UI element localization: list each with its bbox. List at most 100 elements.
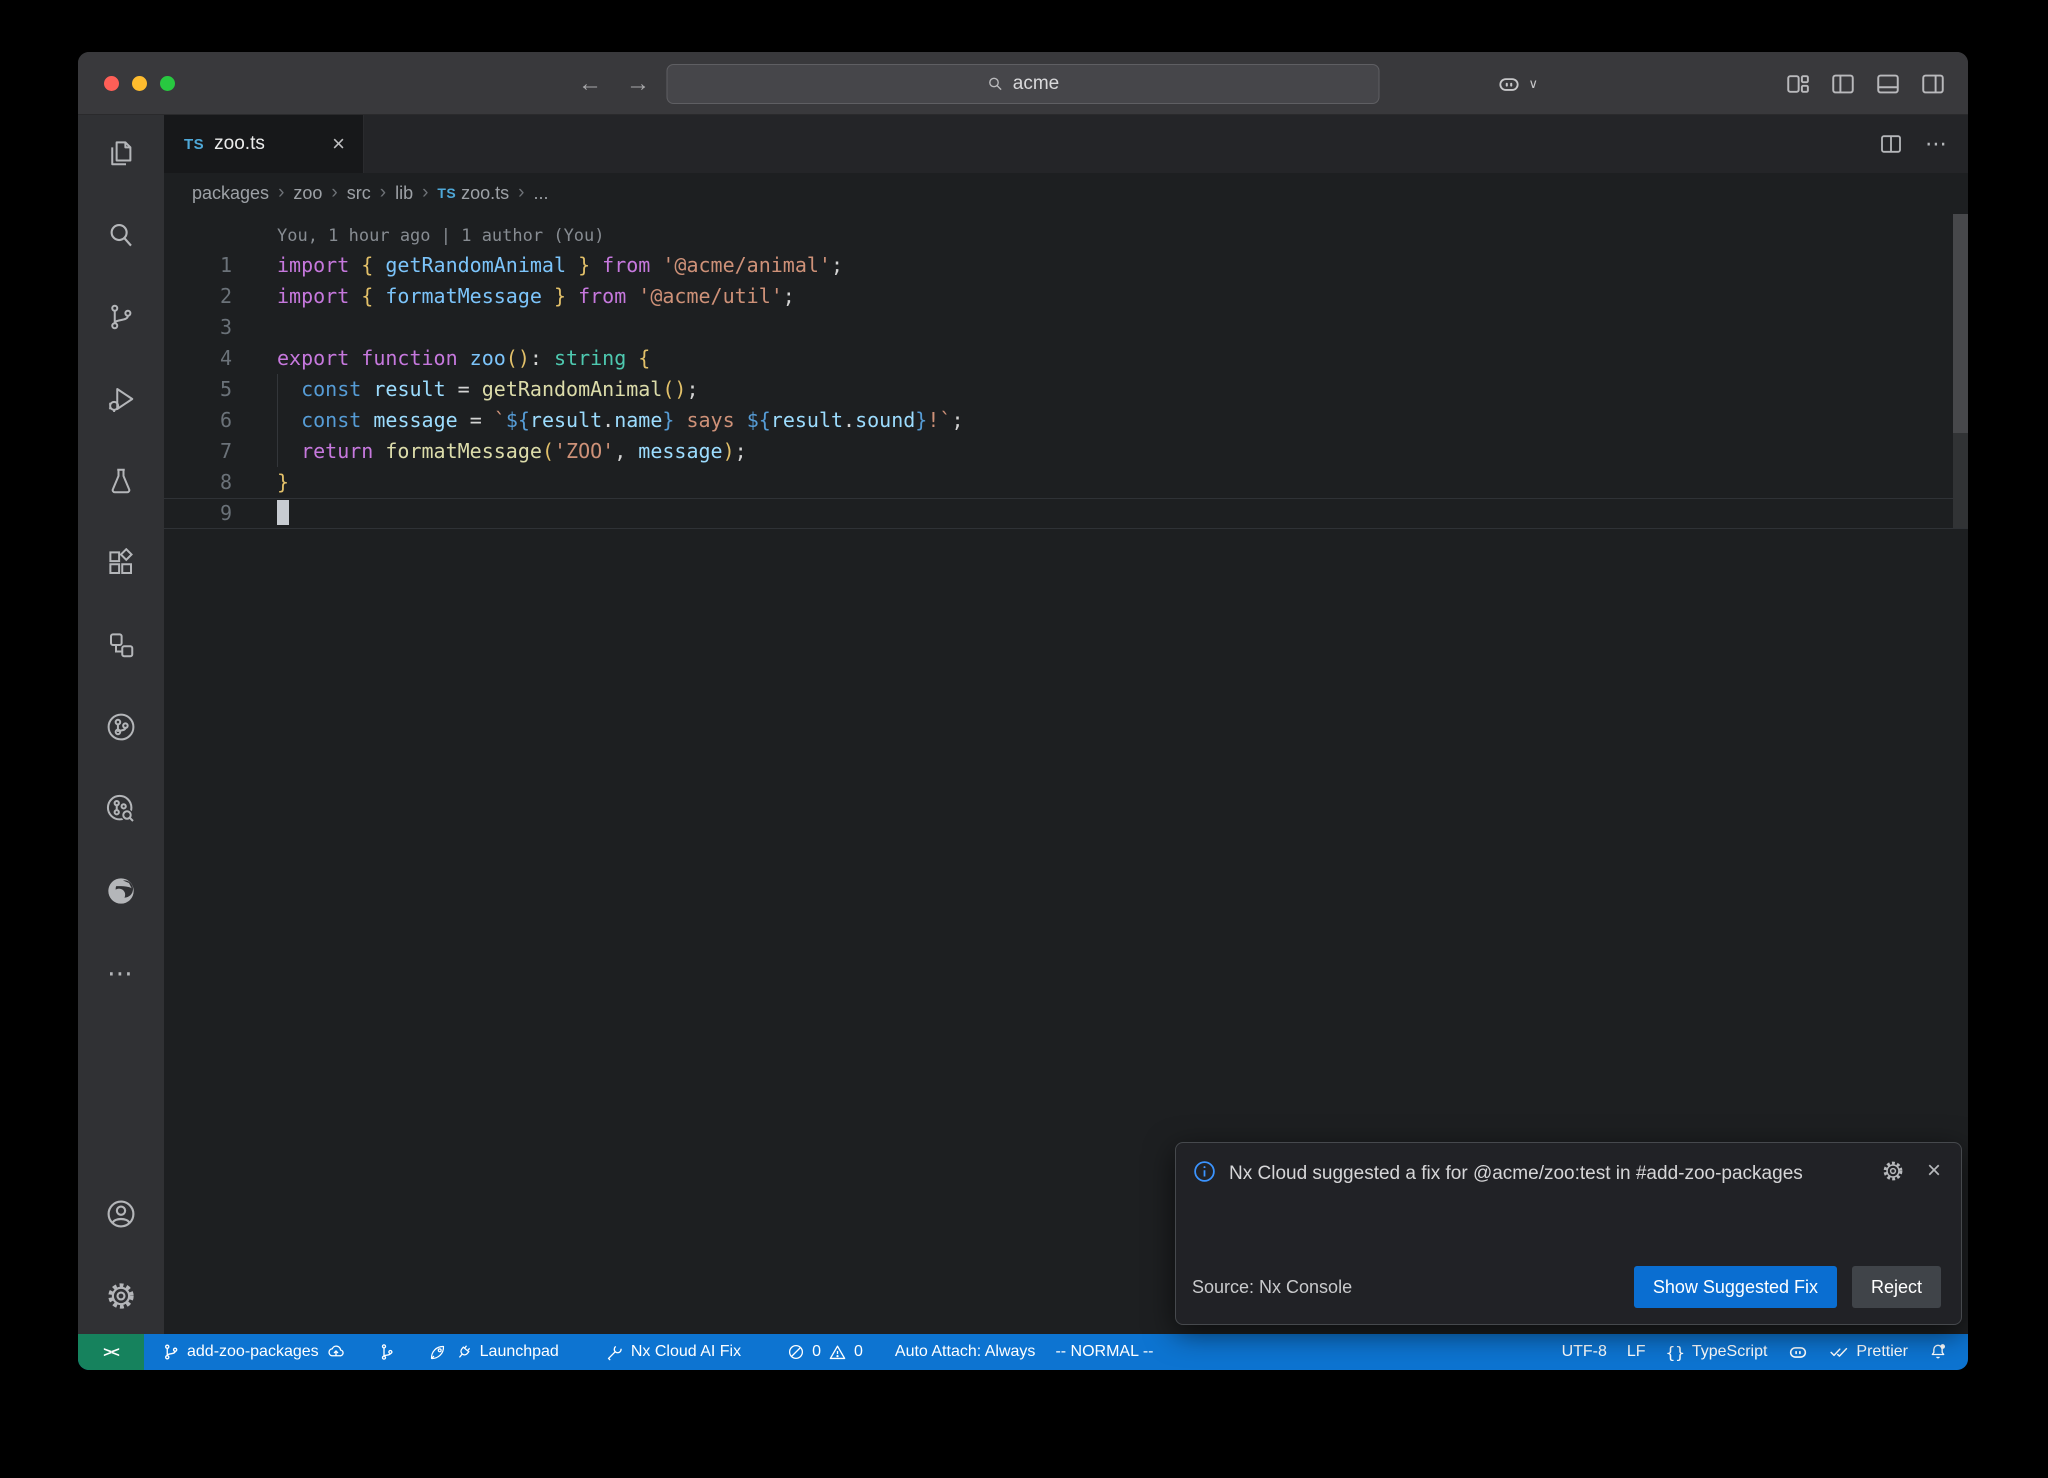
back-icon[interactable]: ←: [578, 70, 602, 98]
tab-label: zoo.ts: [214, 133, 265, 155]
edge-tools-icon[interactable]: [97, 867, 145, 915]
language-status[interactable]: {} TypeScript: [1656, 1334, 1778, 1370]
nx-cloud-ai-fix-button[interactable]: Nx Cloud AI Fix: [595, 1334, 751, 1370]
search-icon[interactable]: [97, 211, 145, 259]
problems-status[interactable]: 0 0: [777, 1334, 873, 1370]
breadcrumb-separator-icon: ›: [422, 182, 428, 204]
toggle-panel-icon[interactable]: [1875, 71, 1901, 97]
notification-settings-gear-icon[interactable]: [1881, 1159, 1905, 1183]
copilot-icon: [1787, 1341, 1809, 1363]
additional-views-icon[interactable]: ⋯: [97, 949, 145, 997]
settings-gear-icon[interactable]: [97, 1272, 145, 1320]
gitlens-icon[interactable]: [97, 703, 145, 751]
window-controls: [104, 76, 175, 91]
close-window-button[interactable]: [104, 76, 119, 91]
breadcrumb-item[interactable]: TSzoo.ts: [437, 183, 509, 204]
line-number: [164, 219, 232, 250]
explorer-icon[interactable]: [97, 129, 145, 177]
search-value: acme: [1013, 73, 1059, 95]
breadcrumb-separator-icon: ›: [518, 182, 524, 204]
launchpad-label: Launchpad: [480, 1343, 559, 1361]
notification-close-icon[interactable]: ×: [1927, 1159, 1941, 1183]
gitlens-commit-graph-button[interactable]: [368, 1334, 406, 1370]
gitlens-blame-annotation: You, 1 hour ago | 1 author (You): [277, 226, 605, 246]
code-line[interactable]: 9: [164, 498, 1968, 529]
extensions-icon[interactable]: [97, 539, 145, 587]
indent-guide: [277, 374, 278, 467]
reject-button[interactable]: Reject: [1852, 1266, 1941, 1308]
error-count: 0: [812, 1343, 821, 1361]
forward-icon[interactable]: →: [626, 70, 650, 98]
desktop-background: ← → acme ∨: [0, 0, 2048, 1478]
gitlens-inspect-icon[interactable]: [97, 785, 145, 833]
breadcrumb-item[interactable]: src: [347, 183, 371, 204]
split-editor-icon[interactable]: [1879, 132, 1903, 156]
code-line[interactable]: 5 const result = getRandomAnimal();: [164, 374, 1968, 405]
breadcrumb-item[interactable]: zoo: [293, 183, 322, 204]
launchpad-button[interactable]: Launchpad: [418, 1334, 569, 1370]
title-bar: ← → acme ∨: [78, 52, 1968, 115]
customize-layout-icon[interactable]: [1785, 71, 1811, 97]
editor-cursor: [277, 500, 289, 525]
commit-graph-icon: [378, 1343, 396, 1361]
code-line[interactable]: 1import { getRandomAnimal } from '@acme/…: [164, 250, 1968, 281]
code-line[interactable]: 2import { formatMessage } from '@acme/ut…: [164, 281, 1968, 312]
notifications-bell[interactable]: [1918, 1334, 1958, 1370]
line-number: 7: [164, 436, 232, 467]
copilot-status[interactable]: [1777, 1334, 1819, 1370]
git-branch-status[interactable]: add-zoo-packages: [152, 1334, 356, 1370]
wrench-icon: [605, 1343, 624, 1362]
status-bar-right: UTF-8 LF {} TypeScript Prettier: [1552, 1334, 1968, 1370]
remote-indicator[interactable]: ><: [78, 1334, 144, 1370]
breadcrumb-separator-icon: ›: [278, 182, 284, 204]
code-line[interactable]: You, 1 hour ago | 1 author (You): [164, 219, 1968, 250]
breadcrumb-item[interactable]: packages: [192, 183, 269, 204]
code-line[interactable]: 4export function zoo(): string {: [164, 343, 1968, 374]
testing-icon[interactable]: [97, 457, 145, 505]
line-number: 5: [164, 374, 232, 405]
git-branch-icon: [162, 1343, 180, 1361]
history-navigation: ← →: [578, 52, 650, 115]
branch-name: add-zoo-packages: [187, 1343, 319, 1361]
code-line[interactable]: 6 const message = `${result.name} says $…: [164, 405, 1968, 436]
double-check-icon: [1829, 1342, 1849, 1362]
code-line[interactable]: 3: [164, 312, 1968, 343]
breadcrumb-separator-icon: ›: [331, 182, 337, 204]
code-line[interactable]: 7 return formatMessage('ZOO', message);: [164, 436, 1968, 467]
breadcrumb-item[interactable]: ...: [533, 183, 548, 204]
tab-zoo-ts[interactable]: TS zoo.ts ×: [164, 115, 364, 173]
toggle-secondary-sidebar-icon[interactable]: [1920, 71, 1946, 97]
breadcrumb: packages›zoo›src›lib›TSzoo.ts›...: [164, 173, 1968, 213]
vim-mode-status[interactable]: -- NORMAL --: [1045, 1334, 1163, 1370]
editor-scrollbar[interactable]: [1953, 214, 1968, 433]
copilot-menu[interactable]: ∨: [1496, 52, 1538, 115]
line-number: 4: [164, 343, 232, 374]
minimize-window-button[interactable]: [132, 76, 147, 91]
source-control-icon[interactable]: [97, 293, 145, 341]
line-number: 3: [164, 312, 232, 343]
more-actions-icon[interactable]: ⋯: [1925, 131, 1948, 157]
search-icon: [987, 75, 1005, 93]
account-icon[interactable]: [97, 1190, 145, 1238]
encoding-status[interactable]: UTF-8: [1552, 1334, 1617, 1370]
formatter-status[interactable]: Prettier: [1819, 1334, 1918, 1370]
show-suggested-fix-button[interactable]: Show Suggested Fix: [1634, 1266, 1837, 1308]
eol-status[interactable]: LF: [1617, 1334, 1656, 1370]
close-tab-icon[interactable]: ×: [332, 133, 345, 155]
code-line[interactable]: 8}: [164, 467, 1968, 498]
zoom-window-button[interactable]: [160, 76, 175, 91]
toggle-primary-sidebar-icon[interactable]: [1830, 71, 1856, 97]
notification-source: Source: Nx Console: [1192, 1277, 1352, 1298]
auto-attach-status[interactable]: Auto Attach: Always: [885, 1334, 1046, 1370]
chevron-down-icon: ∨: [1528, 76, 1538, 92]
nx-console-icon[interactable]: [97, 621, 145, 669]
line-number: 8: [164, 467, 232, 498]
typescript-file-icon: TS: [184, 136, 204, 153]
run-and-debug-icon[interactable]: [97, 375, 145, 423]
line-number: 1: [164, 250, 232, 281]
rocket-icon: [428, 1343, 447, 1362]
breadcrumb-item[interactable]: lib: [395, 183, 413, 204]
command-center-search[interactable]: acme: [667, 64, 1380, 104]
info-icon: [1192, 1159, 1217, 1184]
line-number: 6: [164, 405, 232, 436]
